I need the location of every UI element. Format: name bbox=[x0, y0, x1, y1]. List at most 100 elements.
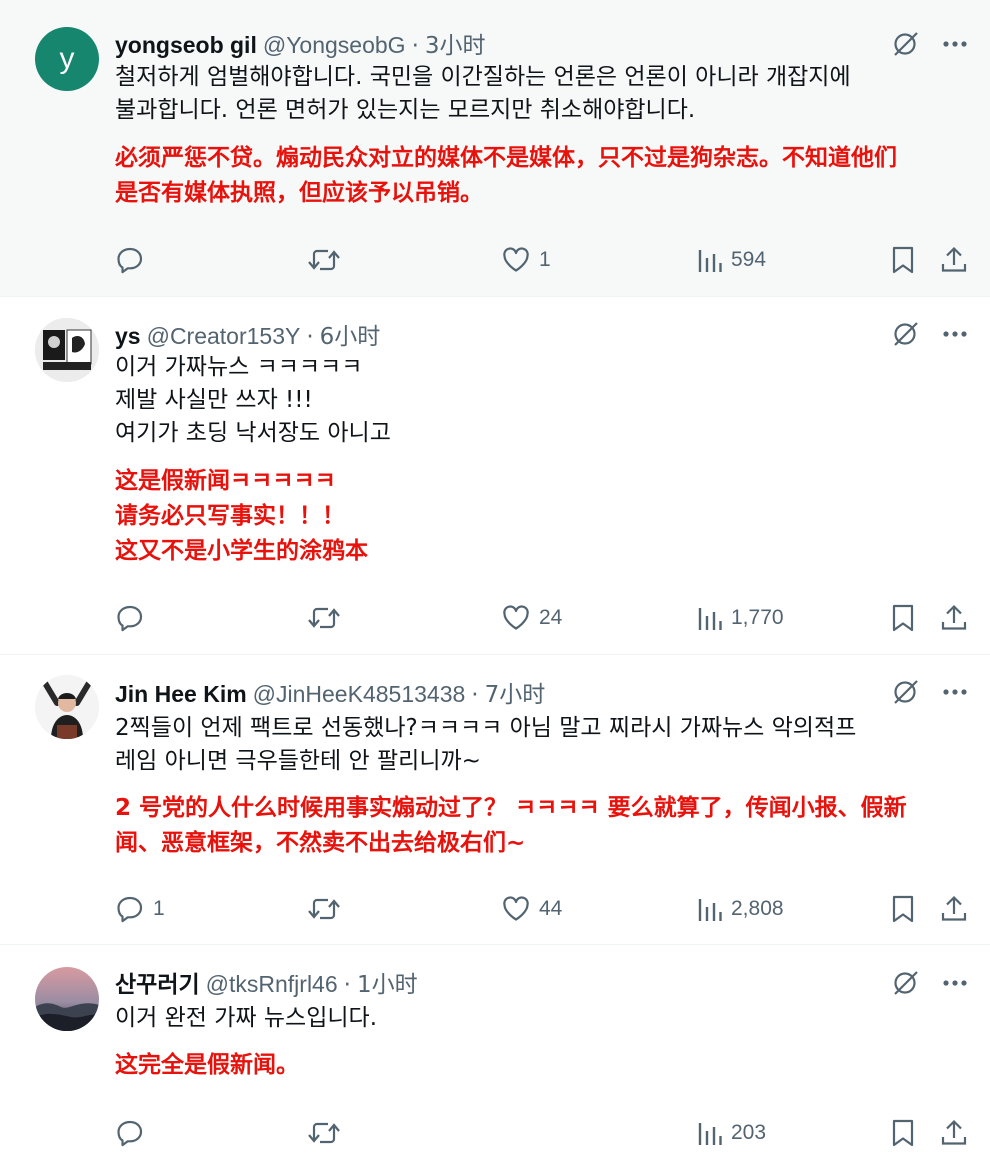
separator-dot: · bbox=[411, 33, 419, 59]
grok-icon[interactable] bbox=[892, 30, 920, 58]
post-text-korean: 이거 가짜뉴스 ㅋㅋㅋㅋㅋ 제발 사실만 쓰자 !!! 여기가 초딩 낙서장도 … bbox=[115, 354, 391, 446]
more-icon[interactable] bbox=[942, 330, 968, 338]
user-handle[interactable]: @tksRnfjrl46 bbox=[206, 971, 338, 998]
reply-button[interactable] bbox=[115, 601, 153, 635]
repost-button[interactable] bbox=[307, 601, 349, 635]
views-button[interactable]: 203 bbox=[697, 1116, 766, 1150]
repost-icon bbox=[308, 607, 340, 629]
reply-icon bbox=[117, 247, 143, 274]
bookmark-button[interactable] bbox=[890, 243, 916, 277]
bookmark-button[interactable] bbox=[890, 601, 916, 635]
reply-button[interactable] bbox=[115, 243, 153, 277]
avatar-image bbox=[35, 675, 99, 739]
timestamp[interactable]: 1小时 bbox=[357, 965, 418, 999]
more-icon[interactable] bbox=[942, 688, 968, 696]
post-header: 산꾸러기 @tksRnfjrl46 · 1小时 bbox=[115, 965, 418, 999]
like-count: 44 bbox=[539, 897, 563, 920]
share-button[interactable] bbox=[940, 1116, 968, 1150]
avatar[interactable] bbox=[35, 318, 99, 382]
bookmark-icon bbox=[892, 604, 914, 632]
timestamp[interactable]: 6小时 bbox=[320, 317, 381, 351]
share-button[interactable] bbox=[940, 243, 968, 277]
like-button[interactable]: 1 bbox=[501, 243, 551, 277]
reply-icon bbox=[117, 896, 143, 923]
avatar[interactable] bbox=[35, 967, 99, 1031]
display-name[interactable]: 산꾸러기 bbox=[115, 965, 200, 999]
views-button[interactable]: 1,770 bbox=[697, 601, 784, 635]
post-text-korean: 이거 완전 가짜 뉴스입니다. bbox=[115, 1005, 378, 1031]
more-icon[interactable] bbox=[942, 979, 968, 987]
avatar[interactable]: y bbox=[35, 27, 99, 91]
views-count: 203 bbox=[731, 1121, 767, 1144]
bookmark-button[interactable] bbox=[890, 1116, 916, 1150]
post-text-korean: 2찍들이 언제 팩트로 선동했나?ㅋㅋㅋㅋ 아님 말고 찌라시 가짜뉴스 악의적… bbox=[115, 715, 857, 774]
action-bar: 1 594 bbox=[115, 243, 970, 277]
post-header: Jin Hee Kim @JinHeeK48513438 · 7小时 bbox=[115, 675, 546, 709]
avatar-letter: y bbox=[59, 42, 75, 75]
grok-icon[interactable] bbox=[892, 320, 920, 348]
views-icon bbox=[698, 1123, 722, 1145]
timestamp[interactable]: 3小时 bbox=[425, 26, 486, 60]
avatar-image bbox=[35, 967, 99, 1031]
action-bar: 24 1,770 bbox=[115, 601, 970, 635]
reply-button[interactable]: 1 bbox=[115, 892, 165, 926]
like-icon bbox=[503, 247, 529, 272]
reply-count: 1 bbox=[153, 897, 165, 920]
like-icon bbox=[503, 896, 529, 921]
display-name[interactable]: ys bbox=[115, 323, 141, 350]
like-count: 24 bbox=[539, 606, 563, 629]
avatar[interactable] bbox=[35, 675, 99, 739]
post-text-chinese: 必须严惩不贷。煽动民众对立的媒体不是媒体，只不过是狗杂志。不知道他们 是否有媒体… bbox=[115, 145, 897, 206]
repost-button[interactable] bbox=[307, 1116, 349, 1150]
reply-post[interactable]: 산꾸러기 @tksRnfjrl46 · 1小时 이거 완전 가짜 뉴스입니다. … bbox=[0, 945, 990, 1161]
avatar-image bbox=[35, 318, 99, 382]
repost-button[interactable] bbox=[307, 243, 349, 277]
reply-post[interactable]: y yongseob gil @YongseobG · 3小时 철저하게 엄벌해… bbox=[0, 0, 990, 297]
views-count: 594 bbox=[731, 248, 767, 271]
post-header: yongseob gil @YongseobG · 3小时 bbox=[115, 26, 486, 60]
share-button[interactable] bbox=[940, 601, 968, 635]
views-icon bbox=[698, 608, 722, 630]
action-bar: 1 44 2,808 bbox=[115, 892, 970, 926]
bookmark-icon bbox=[892, 1119, 914, 1147]
separator-dot: · bbox=[306, 324, 314, 350]
views-count: 2,808 bbox=[731, 897, 784, 920]
views-icon bbox=[698, 250, 722, 272]
bookmark-button[interactable] bbox=[890, 892, 916, 926]
repost-icon bbox=[308, 898, 340, 920]
repost-button[interactable] bbox=[307, 892, 349, 926]
repost-icon bbox=[308, 1122, 340, 1144]
reply-feed: y yongseob gil @YongseobG · 3小时 철저하게 엄벌해… bbox=[0, 0, 990, 1161]
grok-icon[interactable] bbox=[892, 969, 920, 997]
post-header: ys @Creator153Y · 6小时 bbox=[115, 317, 381, 351]
bookmark-icon bbox=[892, 246, 914, 274]
views-button[interactable]: 594 bbox=[697, 243, 766, 277]
reply-post[interactable]: ys @Creator153Y · 6小时 이거 가짜뉴스 ㅋㅋㅋㅋㅋ 제발 사… bbox=[0, 297, 990, 655]
reply-post[interactable]: Jin Hee Kim @JinHeeK48513438 · 7小时 2찍들이 … bbox=[0, 655, 990, 945]
user-handle[interactable]: @YongseobG bbox=[263, 32, 406, 59]
reply-icon bbox=[117, 1120, 143, 1147]
more-icon[interactable] bbox=[942, 40, 968, 48]
grok-icon[interactable] bbox=[892, 678, 920, 706]
user-handle[interactable]: @Creator153Y bbox=[147, 323, 301, 350]
share-icon bbox=[941, 604, 967, 630]
views-button[interactable]: 2,808 bbox=[697, 892, 784, 926]
post-text-chinese: 这完全是假新闻。 bbox=[115, 1052, 299, 1078]
display-name[interactable]: yongseob gil bbox=[115, 32, 257, 59]
separator-dot: · bbox=[471, 682, 479, 708]
like-icon bbox=[503, 605, 529, 630]
reply-icon bbox=[117, 605, 143, 632]
separator-dot: · bbox=[343, 972, 351, 998]
display-name[interactable]: Jin Hee Kim bbox=[115, 681, 247, 708]
share-icon bbox=[941, 246, 967, 272]
views-icon bbox=[698, 899, 722, 921]
like-button[interactable]: 24 bbox=[501, 601, 562, 635]
post-text-chinese: 这是假新闻ㅋㅋㅋㅋㅋ 请务必只写事实！！！ 这又不是小学生的涂鸦本 bbox=[115, 468, 368, 564]
share-button[interactable] bbox=[940, 892, 968, 926]
header-icons bbox=[892, 678, 968, 706]
like-button[interactable]: 44 bbox=[501, 892, 562, 926]
user-handle[interactable]: @JinHeeK48513438 bbox=[253, 681, 466, 708]
header-icons bbox=[892, 30, 968, 58]
timestamp[interactable]: 7小时 bbox=[485, 675, 546, 709]
reply-button[interactable] bbox=[115, 1116, 153, 1150]
